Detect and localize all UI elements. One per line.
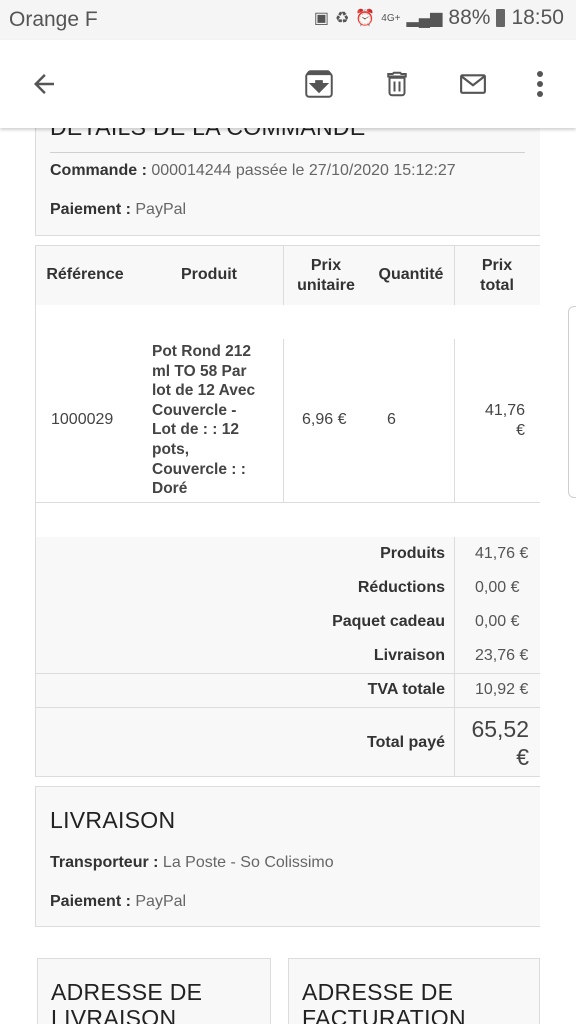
product-line: pots,	[152, 440, 190, 458]
order-details-title: DÉTAILS DE LA COMMANDE	[50, 128, 365, 141]
app-bar	[0, 40, 576, 128]
shipping-address-panel: ADRESSE DE LIVRAISON	[37, 958, 271, 1024]
row-quantity: 6	[387, 411, 396, 428]
product-line: Lot de : : 12	[152, 421, 239, 439]
row-divider	[35, 502, 540, 503]
status-icons: ▣ ♻ ⏰ 4G+ ▂▄▆ 88% 18:50	[314, 6, 564, 30]
col-divider	[454, 339, 455, 502]
gift-wrap-value: 0,00 €	[475, 613, 520, 630]
scrollbar-thumb[interactable]	[568, 306, 576, 498]
delivery-payment-row: Paiement : PayPal	[50, 893, 186, 911]
more-vert-icon	[537, 71, 543, 97]
product-line: lot de 12 Avec	[152, 382, 256, 400]
row-total: 41,76 €	[475, 401, 525, 441]
gift-wrap-label: Paquet cadeau	[332, 613, 445, 630]
shipping-value: 23,76 €	[475, 647, 529, 664]
back-button[interactable]	[22, 62, 66, 106]
email-content: DÉTAILS DE LA COMMANDE Commande : 000014…	[0, 128, 576, 1024]
billing-title-line2: FACTURATION	[302, 1005, 466, 1024]
delete-button[interactable]	[375, 62, 419, 106]
notification-icon: ▣	[313, 10, 329, 27]
product-line: ml TO 58 Par	[152, 362, 247, 380]
carrier-name: Orange F	[9, 8, 98, 31]
products-table: Référence Produit Prix unitaire Quantité…	[35, 245, 540, 778]
delivery-title: LIVRAISON	[50, 807, 176, 833]
order-details-panel: DÉTAILS DE LA COMMANDE Commande : 000014…	[35, 128, 540, 236]
totals-row-divider	[35, 707, 540, 708]
shipping-title-line1: ADRESSE DE	[51, 979, 203, 1005]
header-unit-price: Prix unitaire	[284, 256, 368, 296]
battery-percent: 88%	[448, 6, 491, 29]
header-total-line1: Prix	[481, 257, 513, 274]
vat-label: TVA totale	[367, 681, 445, 698]
delete-icon	[387, 71, 407, 97]
header-product: Produit	[181, 266, 237, 283]
header-total-line2: total	[480, 277, 514, 294]
totals-divider	[454, 537, 455, 777]
product-line: Couvercle : :	[152, 460, 246, 478]
product-line: Doré	[152, 480, 188, 498]
product-line: Pot Rond 212	[152, 343, 252, 360]
vat-value: 10,92 €	[475, 681, 529, 698]
header-unit-price-line1: Prix	[310, 257, 342, 274]
more-options-button[interactable]	[518, 62, 562, 106]
delivery-payment-value: PayPal	[135, 893, 187, 910]
mail-button[interactable]	[451, 62, 495, 106]
clock: 18:50	[511, 6, 564, 29]
discounts-label: Réductions	[357, 579, 445, 596]
shipping-label: Livraison	[373, 647, 445, 664]
row-total-line1: 41,76	[484, 402, 525, 419]
divider	[50, 152, 525, 153]
network-type: 4G+	[381, 12, 401, 24]
row-product: Pot Rond 212 ml TO 58 Par lot de 12 Avec…	[152, 342, 277, 499]
header-unit-price-line2: unitaire	[297, 277, 355, 294]
billing-address-panel: ADRESSE DE FACTURATION	[288, 958, 540, 1024]
header-quantity: Quantité	[378, 266, 444, 283]
products-total-label: Produits	[380, 545, 445, 562]
archive-button[interactable]	[297, 62, 341, 106]
order-value: 000014244 passée le 27/10/2020 15:12:27	[151, 162, 456, 179]
carrier-value: La Poste - So Colissimo	[162, 854, 334, 871]
total-paid-amount: 65,52	[471, 716, 529, 742]
total-paid-currency: €	[516, 744, 529, 770]
discounts-value: 0,00 €	[475, 579, 520, 596]
shipping-address-title: ADRESSE DE LIVRAISON	[51, 979, 202, 1024]
recycle-icon: ♻	[335, 10, 350, 27]
order-number-row: Commande : 000014244 passée le 27/10/202…	[50, 162, 456, 180]
header-reference: Référence	[46, 266, 124, 283]
delivery-panel: LIVRAISON Transporteur : La Poste - So C…	[35, 786, 540, 927]
payment-label: Paiement :	[50, 201, 131, 218]
total-paid-label: Total payé	[367, 734, 445, 751]
totals-row-divider	[35, 673, 540, 674]
billing-address-title: ADRESSE DE FACTURATION	[302, 979, 466, 1024]
total-paid-value: 65,52 €	[465, 715, 529, 771]
carrier-label: Transporteur :	[50, 854, 159, 871]
col-divider	[283, 245, 284, 305]
archive-icon	[305, 70, 333, 98]
carrier-row: Transporteur : La Poste - So Colissimo	[50, 854, 334, 872]
mail-icon	[460, 74, 486, 94]
payment-row: Paiement : PayPal	[50, 201, 186, 219]
alarm-icon: ⏰	[355, 10, 376, 27]
payment-value: PayPal	[135, 201, 187, 218]
shipping-title-line2: LIVRAISON	[51, 1005, 177, 1024]
product-line: Couvercle -	[152, 401, 237, 419]
row-unit-price: 6,96 €	[302, 411, 347, 428]
signal-icon: ▂▄▆	[406, 10, 443, 27]
col-divider	[283, 339, 284, 502]
billing-title-line1: ADRESSE DE	[302, 979, 454, 1005]
row-reference: 1000029	[51, 411, 114, 428]
arrow-back-icon	[34, 74, 54, 94]
row-total-line2: €	[516, 422, 525, 439]
products-total-value: 41,76 €	[475, 545, 529, 562]
delivery-payment-label: Paiement :	[50, 893, 131, 910]
battery-icon	[496, 9, 506, 27]
col-divider	[454, 245, 455, 305]
status-bar: Orange F ▣ ♻ ⏰ 4G+ ▂▄▆ 88% 18:50	[0, 0, 576, 40]
header-total: Prix total	[455, 256, 539, 296]
order-label: Commande :	[50, 162, 147, 179]
